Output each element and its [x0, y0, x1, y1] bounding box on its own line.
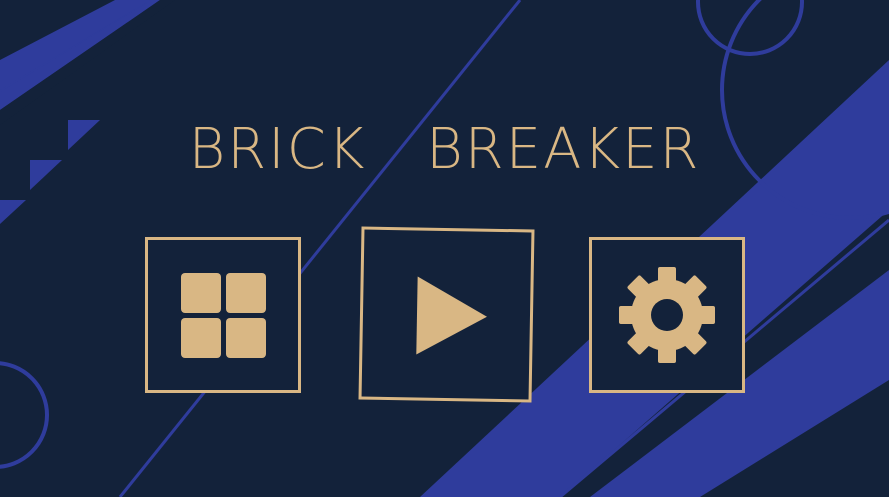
grid-icon	[181, 273, 266, 358]
gear-icon	[619, 267, 715, 363]
levels-button[interactable]	[145, 237, 301, 393]
settings-button[interactable]	[589, 237, 745, 393]
play-icon	[416, 276, 487, 355]
game-title: BRICK BREAKER	[188, 117, 701, 182]
play-button[interactable]	[358, 226, 535, 403]
